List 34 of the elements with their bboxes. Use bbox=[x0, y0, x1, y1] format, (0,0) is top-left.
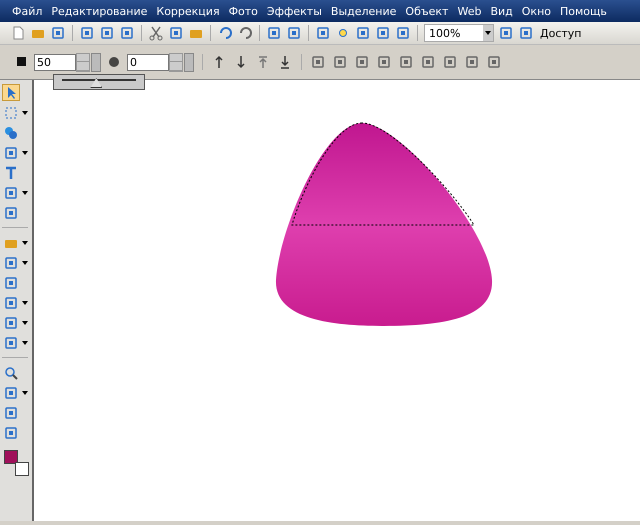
menu-item[interactable]: Выделение bbox=[330, 4, 396, 18]
menu-item[interactable]: Редактирование bbox=[51, 4, 148, 18]
zoom-dropdown[interactable]: 100% bbox=[424, 24, 494, 42]
shadow-square-icon[interactable] bbox=[16, 56, 28, 68]
menu-item[interactable]: Файл bbox=[12, 4, 42, 18]
redo-icon[interactable] bbox=[237, 25, 253, 41]
caret-icon[interactable] bbox=[22, 240, 28, 244]
menu-item[interactable]: Эффекты bbox=[266, 4, 322, 18]
slider-popup-button[interactable] bbox=[184, 52, 194, 72]
scissors-icon[interactable] bbox=[148, 25, 164, 41]
menu-item[interactable]: Вид bbox=[490, 4, 513, 18]
slider-thumb[interactable] bbox=[90, 78, 102, 88]
number-field[interactable]: 50 bbox=[34, 54, 76, 70]
caret-icon[interactable] bbox=[22, 390, 28, 394]
menu-item[interactable]: Web bbox=[457, 4, 482, 18]
caret-icon[interactable] bbox=[22, 320, 28, 324]
share-button[interactable]: Доступ bbox=[538, 26, 584, 40]
menu-item[interactable]: Помощь bbox=[560, 4, 607, 18]
slider-popup-button[interactable] bbox=[91, 52, 101, 72]
foreground-color-swatch[interactable] bbox=[4, 450, 18, 464]
number-field[interactable]: 0 bbox=[127, 54, 169, 70]
menu-item[interactable]: Окно bbox=[522, 4, 551, 18]
menu-item[interactable]: Коррекция bbox=[156, 4, 220, 18]
menu-item[interactable]: Фото bbox=[228, 4, 258, 18]
caret-icon[interactable] bbox=[22, 340, 28, 344]
caret-icon[interactable] bbox=[22, 150, 28, 154]
caret-icon[interactable] bbox=[22, 190, 28, 194]
caret-icon[interactable] bbox=[22, 260, 28, 264]
menu-item[interactable]: Объект bbox=[405, 4, 448, 18]
caret-icon[interactable] bbox=[22, 300, 28, 304]
background-color-swatch[interactable] bbox=[15, 462, 29, 476]
soft-dot-icon[interactable] bbox=[107, 55, 121, 69]
undo-icon[interactable] bbox=[217, 25, 233, 41]
caret-icon[interactable] bbox=[22, 110, 28, 114]
